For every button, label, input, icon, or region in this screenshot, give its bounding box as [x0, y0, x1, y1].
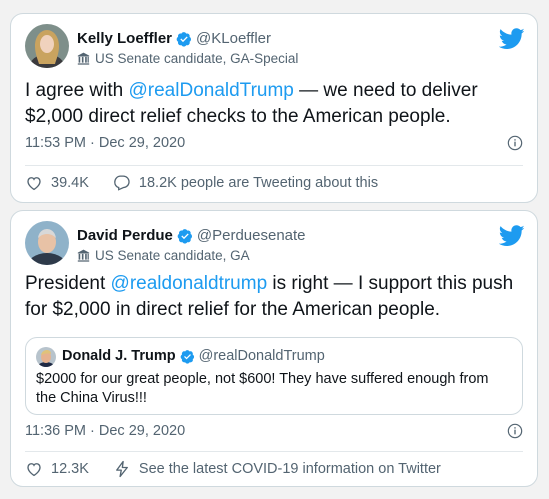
verified-icon	[180, 349, 195, 364]
info-icon[interactable]	[507, 135, 523, 151]
conversation-text: 18.2K people are Tweeting about this	[138, 175, 379, 191]
mention-link[interactable]: @realdonaldtrump	[111, 273, 268, 294]
covid-info-link[interactable]: See the latest COVID-19 information on T…	[113, 460, 441, 478]
like-count: 39.4K	[51, 175, 89, 191]
tweet-actions: 12.3K See the latest COVID-19 informatio…	[25, 460, 441, 478]
government-label-icon	[77, 52, 90, 65]
like-count: 12.3K	[51, 461, 89, 477]
tweet-text-before: President	[25, 273, 111, 294]
avatar[interactable]	[25, 221, 69, 265]
verified-icon	[177, 228, 193, 244]
verified-icon	[176, 31, 192, 47]
info-icon[interactable]	[507, 423, 523, 439]
account-label: US Senate candidate, GA	[77, 248, 250, 263]
tweet-text: President @realdonaldtrump is right — I …	[25, 271, 523, 323]
tweet-timestamp[interactable]: 11:53 PM · Dec 29, 2020	[25, 135, 185, 151]
lightning-icon	[113, 460, 131, 478]
author-name[interactable]: David Perdue	[77, 227, 173, 244]
divider	[25, 451, 523, 452]
twitter-bird-icon[interactable]	[499, 28, 525, 50]
quoted-tweet-text: $2000 for our great people, not $600! Th…	[36, 371, 489, 406]
divider	[25, 165, 523, 166]
covid-info-text: See the latest COVID-19 information on T…	[138, 461, 441, 477]
quoted-avatar	[36, 347, 56, 367]
heart-icon	[25, 460, 43, 478]
twitter-bird-icon[interactable]	[499, 225, 525, 247]
quoted-tweet[interactable]: Donald J. Trump @realDonaldTrump $2000 f…	[25, 337, 523, 415]
government-label-icon	[77, 249, 90, 262]
reply-icon	[113, 174, 131, 192]
tweet-timestamp[interactable]: 11:36 PM · Dec 29, 2020	[25, 423, 185, 439]
avatar[interactable]	[25, 24, 69, 68]
like-button[interactable]: 12.3K	[25, 460, 89, 478]
tweet-actions: 39.4K 18.2K people are Tweeting about th…	[25, 174, 378, 192]
tweet-text: I agree with @realDonaldTrump — we need …	[25, 78, 523, 130]
quoted-author-name: Donald J. Trump	[62, 348, 176, 364]
author-name[interactable]: Kelly Loeffler	[77, 30, 172, 47]
conversation-link[interactable]: 18.2K people are Tweeting about this	[113, 174, 378, 192]
mention-link[interactable]: @realDonaldTrump	[129, 80, 294, 101]
author-handle[interactable]: @KLoeffler	[196, 30, 271, 47]
heart-icon	[25, 174, 43, 192]
account-label-text: US Senate candidate, GA	[95, 248, 250, 263]
tweet-card-david-perdue[interactable]: David Perdue @Perduesenate US Senate can…	[10, 210, 538, 487]
quoted-author-handle: @realDonaldTrump	[198, 348, 325, 364]
tweet-text-before: I agree with	[25, 80, 129, 101]
like-button[interactable]: 39.4K	[25, 174, 89, 192]
account-label: US Senate candidate, GA-Special	[77, 51, 298, 66]
account-label-text: US Senate candidate, GA-Special	[95, 51, 299, 66]
author-handle[interactable]: @Perduesenate	[197, 227, 306, 244]
tweet-card-kelly-loeffler[interactable]: Kelly Loeffler @KLoeffler US Senate cand…	[10, 13, 538, 203]
